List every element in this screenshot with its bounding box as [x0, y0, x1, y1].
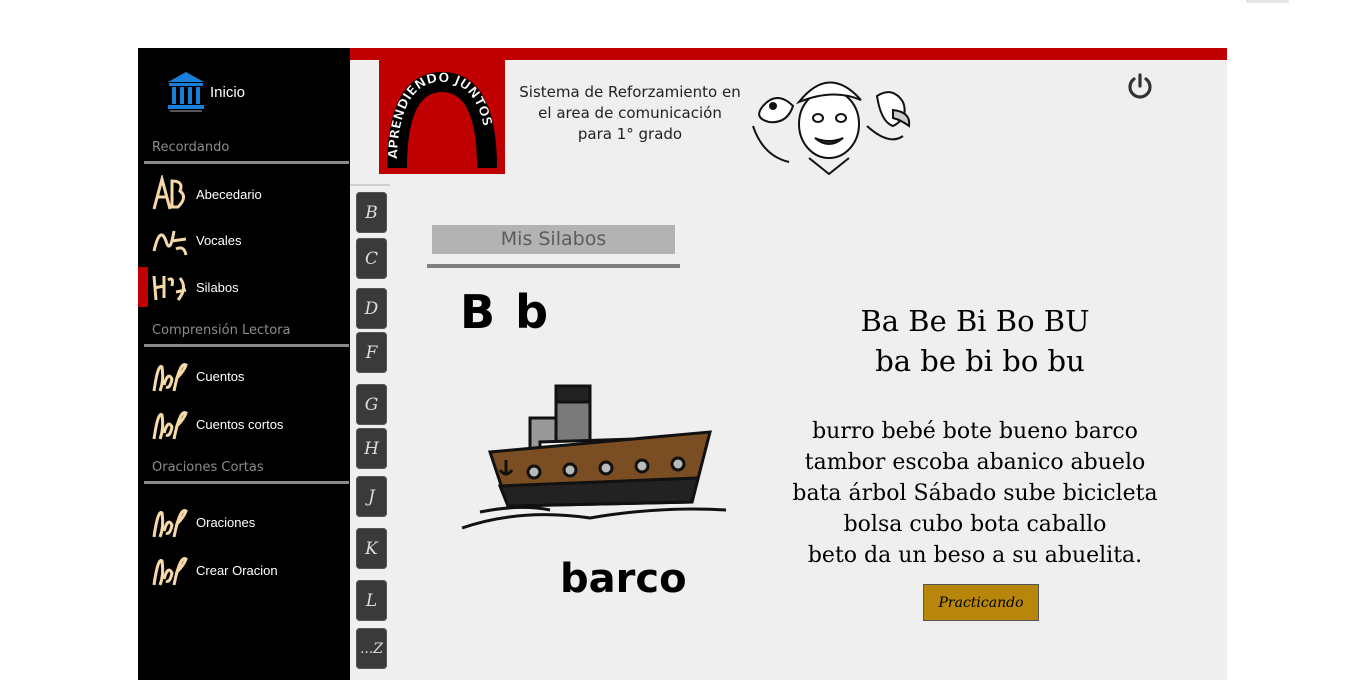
header-line: el area de comunicación [538, 104, 722, 122]
letter-button-l[interactable]: L [356, 580, 387, 621]
section-divider [144, 344, 349, 347]
header-description: Sistema de Reforzamiento en el area de c… [510, 82, 750, 145]
section-divider [427, 264, 680, 268]
letter-button-c[interactable]: C [356, 238, 387, 279]
word-line: tambor escoba abanico abuelo [804, 450, 1146, 475]
letter-button-f[interactable]: F [356, 332, 387, 373]
section-divider [144, 161, 349, 164]
letter-button-k[interactable]: K [356, 528, 387, 569]
image-word: barco [560, 556, 687, 602]
section-title-comprension: Comprensión Lectora [152, 323, 291, 338]
letter-pair: B b [460, 285, 551, 339]
letter-button-more[interactable]: ...Z [356, 628, 387, 669]
boat-illustration [461, 384, 727, 530]
header-divider [350, 184, 390, 186]
museum-icon [168, 72, 204, 112]
example-words: burro bebé bote bueno barco tambor escob… [760, 416, 1190, 571]
word-line: beto da un beso a su abuelita. [807, 543, 1143, 568]
section-divider [144, 481, 349, 484]
header-line: Sistema de Reforzamiento en [519, 83, 741, 101]
section-title: Mis Silabos [432, 225, 675, 254]
sidebar-item-crear-oracion[interactable]: Crear Oracion [138, 550, 350, 590]
sidebar: Inicio Recordando Abecedario Vocales Sil… [138, 48, 350, 680]
top-accent-bar [350, 48, 1227, 60]
sidebar-item-label: Oraciones [196, 514, 256, 530]
sidebar-item-label: Vocales [196, 232, 242, 248]
reading-icon [152, 411, 188, 440]
sidebar-item-oraciones[interactable]: Oraciones [138, 502, 350, 542]
logo-graphic: APRENDIENDO JUNTOS [386, 71, 497, 169]
syllables-uppercase: Ba Be Bi Bo BU [860, 304, 1090, 338]
corner-mark [1246, 0, 1289, 3]
home-label: Inicio [210, 84, 246, 101]
sidebar-item-cuentos-cortos[interactable]: Cuentos cortos [138, 404, 350, 444]
power-icon[interactable] [1126, 72, 1154, 100]
letter-button-g[interactable]: G [356, 384, 387, 425]
section-title-oraciones: Oraciones Cortas [152, 460, 264, 475]
syllables-lowercase: ba be bi bo bu [875, 344, 1085, 378]
word-line: burro bebé bote bueno barco [812, 419, 1138, 444]
sidebar-item-label: Crear Oracion [196, 562, 278, 578]
sidebar-item-label: Cuentos [196, 368, 245, 384]
header-line: para 1° grado [577, 125, 683, 143]
sidebar-item-vocales[interactable]: Vocales [138, 220, 350, 260]
reading-icon [152, 363, 188, 392]
letter-button-b[interactable]: B [356, 192, 387, 233]
reading-icon [152, 509, 188, 538]
reading-icon [152, 557, 188, 586]
vowels-icon [152, 230, 188, 256]
practice-button[interactable]: Practicando [923, 584, 1039, 621]
letter-button-d[interactable]: D [356, 288, 387, 329]
home-link[interactable]: Inicio [166, 70, 245, 114]
sidebar-item-label: Cuentos cortos [196, 416, 284, 432]
main-content: APRENDIENDO JUNTOS Sistema de Reforzamie… [350, 60, 1227, 680]
sidebar-item-cuentos[interactable]: Cuentos [138, 356, 350, 396]
abc-icon [152, 175, 185, 210]
letter-button-j[interactable]: J [356, 476, 387, 517]
section-title-recordando: Recordando [152, 140, 230, 155]
word-line: bolsa cubo bota caballo [843, 512, 1107, 537]
word-line: bata árbol Sábado sube bicicleta [792, 481, 1158, 506]
syllables-icon [152, 275, 187, 301]
sidebar-item-silabos[interactable]: Silabos [138, 267, 350, 307]
sidebar-item-abecedario[interactable]: Abecedario [138, 174, 350, 214]
sidebar-item-label: Abecedario [196, 186, 262, 202]
letter-button-h[interactable]: H [356, 428, 387, 469]
sidebar-item-label: Silabos [196, 279, 239, 295]
mascot-illustration [752, 81, 911, 176]
logo: APRENDIENDO JUNTOS [379, 60, 505, 174]
